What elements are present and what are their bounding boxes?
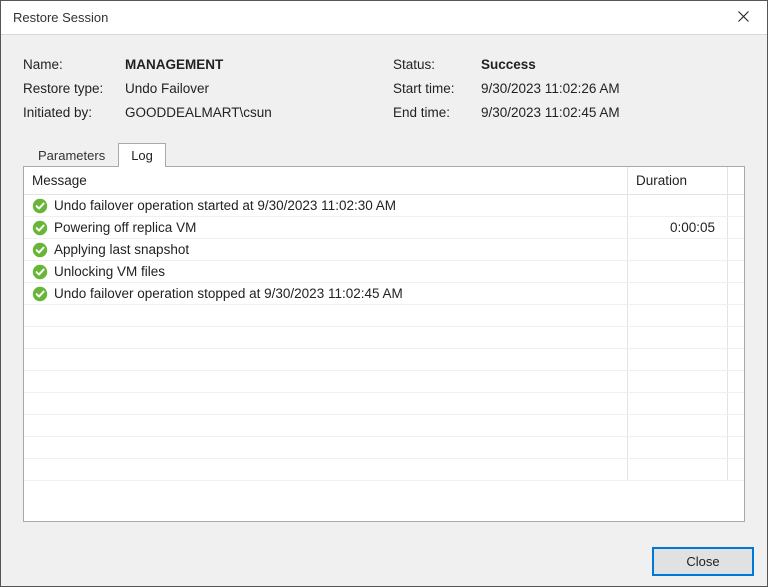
value-initiated-by: GOODDEALMART\csun — [125, 101, 393, 125]
log-row-empty — [24, 415, 744, 437]
success-icon — [32, 198, 48, 214]
window-title: Restore Session — [13, 10, 721, 25]
log-row-empty — [24, 349, 744, 371]
label-initiated-by: Initiated by: — [23, 101, 125, 125]
label-start-time: Start time: — [393, 77, 481, 101]
log-row-empty — [24, 371, 744, 393]
restore-session-window: Restore Session Name: Restore type: Init… — [0, 0, 768, 587]
log-row[interactable]: Undo failover operation stopped at 9/30/… — [24, 283, 744, 305]
label-name: Name: — [23, 53, 125, 77]
log-message: Undo failover operation stopped at 9/30/… — [54, 286, 403, 301]
label-status: Status: — [393, 53, 481, 77]
log-duration — [628, 283, 728, 305]
log-pane: Message Duration Undo failover operation… — [23, 166, 745, 522]
column-header-duration[interactable]: Duration — [628, 167, 728, 195]
session-info: Name: Restore type: Initiated by: MANAGE… — [23, 53, 745, 125]
label-end-time: End time: — [393, 101, 481, 125]
log-table: Message Duration Undo failover operation… — [24, 167, 744, 481]
value-status: Success — [481, 53, 745, 77]
value-start-time: 9/30/2023 11:02:26 AM — [481, 77, 745, 101]
log-message: Undo failover operation started at 9/30/… — [54, 198, 396, 213]
log-row-empty — [24, 437, 744, 459]
titlebar: Restore Session — [1, 1, 767, 35]
label-restore-type: Restore type: — [23, 77, 125, 101]
success-icon — [32, 264, 48, 280]
log-duration — [628, 261, 728, 283]
log-row-empty — [24, 393, 744, 415]
log-header-row: Message Duration — [24, 167, 744, 195]
content-area: Name: Restore type: Initiated by: MANAGE… — [1, 35, 767, 536]
value-restore-type: Undo Failover — [125, 77, 393, 101]
tabs-bar: Parameters Log — [23, 143, 745, 167]
success-icon — [32, 220, 48, 236]
dialog-footer: Close — [1, 536, 767, 586]
close-button[interactable]: Close — [653, 548, 753, 575]
window-close-button[interactable] — [721, 1, 765, 34]
log-row[interactable]: Undo failover operation started at 9/30/… — [24, 195, 744, 217]
column-header-message[interactable]: Message — [24, 167, 628, 195]
log-row[interactable]: Unlocking VM files — [24, 261, 744, 283]
log-row-empty — [24, 305, 744, 327]
tab-log[interactable]: Log — [118, 143, 166, 167]
log-row-empty — [24, 327, 744, 349]
log-row[interactable]: Applying last snapshot — [24, 239, 744, 261]
log-row-empty — [24, 459, 744, 481]
log-message: Powering off replica VM — [54, 220, 196, 235]
tab-parameters[interactable]: Parameters — [25, 143, 118, 167]
column-header-spacer — [728, 167, 745, 195]
log-message: Unlocking VM files — [54, 264, 165, 279]
success-icon — [32, 286, 48, 302]
tabs-container: Parameters Log Message Duration U — [23, 143, 745, 522]
close-icon — [738, 10, 749, 25]
value-end-time: 9/30/2023 11:02:45 AM — [481, 101, 745, 125]
log-message: Applying last snapshot — [54, 242, 189, 257]
success-icon — [32, 242, 48, 258]
log-duration — [628, 195, 728, 217]
log-duration: 0:00:05 — [628, 217, 728, 239]
value-name: MANAGEMENT — [125, 53, 393, 77]
log-duration — [628, 239, 728, 261]
log-row[interactable]: Powering off replica VM 0:00:05 — [24, 217, 744, 239]
